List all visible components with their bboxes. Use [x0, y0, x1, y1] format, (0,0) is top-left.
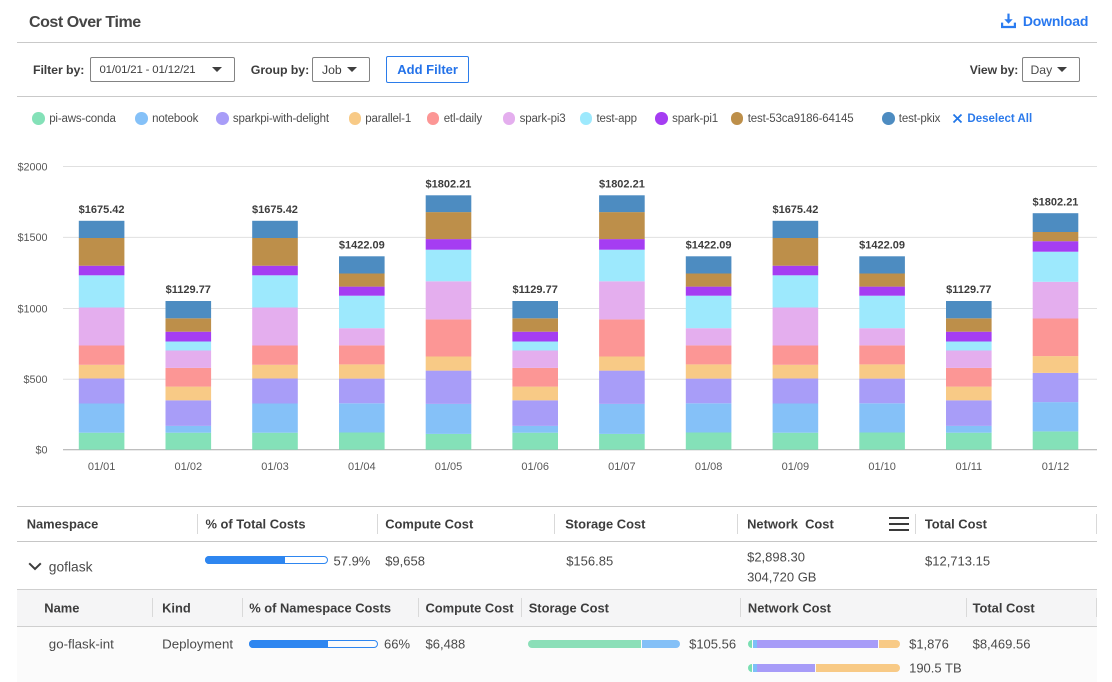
- svg-text:$1675.42: $1675.42: [772, 204, 818, 216]
- svg-text:$1802.21: $1802.21: [599, 179, 645, 191]
- svg-text:$1422.09: $1422.09: [686, 240, 732, 252]
- svg-text:01/10: 01/10: [868, 461, 896, 473]
- svg-text:01/03: 01/03: [261, 461, 289, 473]
- svg-text:01/02: 01/02: [175, 461, 203, 473]
- svg-text:$1500: $1500: [17, 232, 47, 244]
- svg-text:$2000: $2000: [17, 161, 47, 173]
- svg-text:$1802.21: $1802.21: [1033, 196, 1079, 208]
- svg-text:$1129.77: $1129.77: [946, 284, 991, 296]
- svg-text:$500: $500: [23, 374, 47, 386]
- svg-text:01/12: 01/12: [1042, 461, 1070, 473]
- svg-text:01/08: 01/08: [695, 461, 723, 473]
- svg-text:01/04: 01/04: [348, 461, 376, 473]
- svg-text:01/07: 01/07: [608, 461, 636, 473]
- svg-text:01/06: 01/06: [521, 461, 549, 473]
- svg-text:01/01: 01/01: [88, 461, 116, 473]
- svg-text:$1129.77: $1129.77: [166, 284, 211, 296]
- svg-text:$1000: $1000: [17, 303, 47, 315]
- svg-text:$1422.09: $1422.09: [339, 240, 385, 252]
- svg-text:$1422.09: $1422.09: [859, 240, 905, 252]
- svg-text:$1802.21: $1802.21: [426, 179, 472, 191]
- svg-text:01/05: 01/05: [435, 461, 463, 473]
- svg-text:$1675.42: $1675.42: [252, 204, 298, 216]
- svg-text:01/11: 01/11: [955, 461, 982, 473]
- svg-text:$1129.77: $1129.77: [513, 284, 558, 296]
- svg-text:$0: $0: [35, 445, 47, 457]
- svg-text:$1675.42: $1675.42: [79, 204, 125, 216]
- svg-text:01/09: 01/09: [782, 461, 810, 473]
